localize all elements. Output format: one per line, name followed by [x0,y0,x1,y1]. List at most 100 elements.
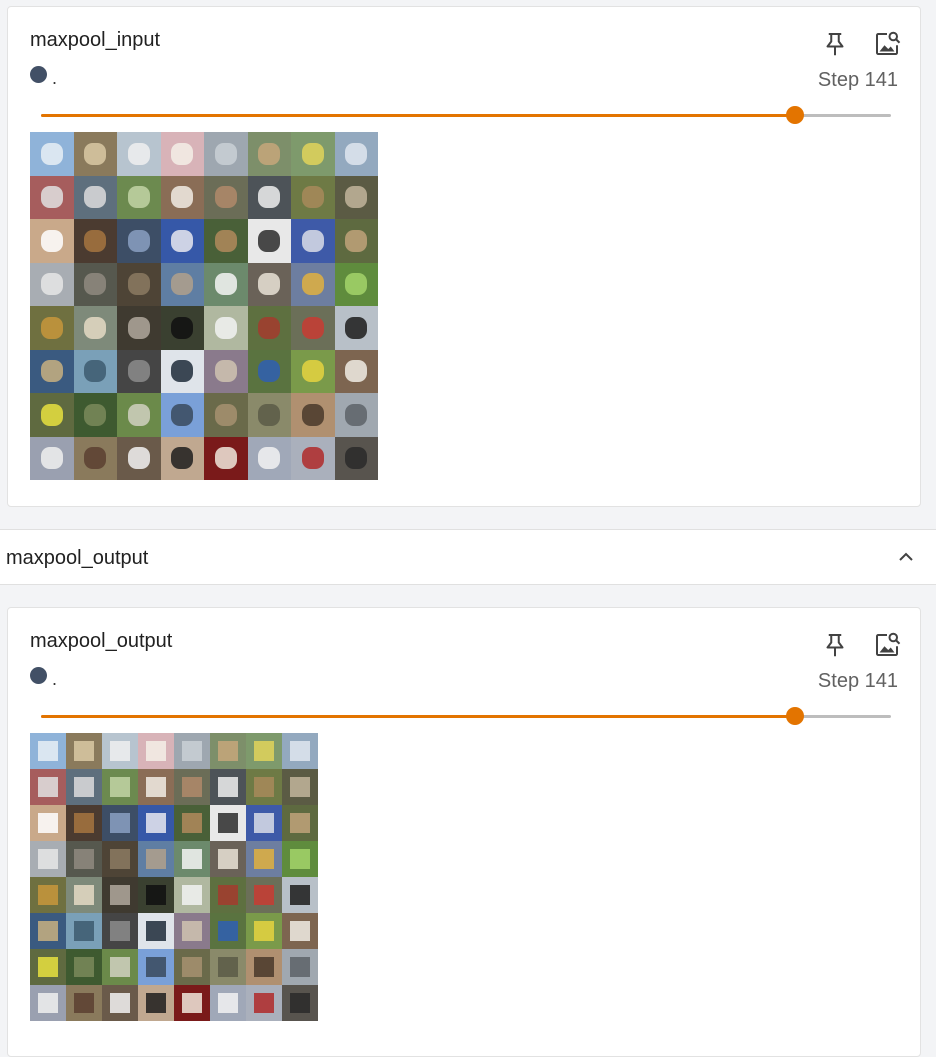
image-tile [30,769,66,805]
image-tile-subject [171,316,194,339]
image-tile-subject [217,848,239,870]
run-name: . [52,68,58,88]
image-tile-subject [181,992,203,1014]
image-tile [246,877,282,913]
slider-thumb[interactable] [785,707,804,725]
step-slider[interactable] [41,706,891,726]
image-tile-subject [289,884,311,906]
image-tile-subject [40,447,63,470]
image-tile [30,393,74,437]
image-tile-subject [289,848,311,870]
image-tile [138,913,174,949]
step-label: Step 141 [817,670,898,692]
image-tile-subject [214,403,237,426]
image-tile-subject [181,956,203,978]
image-tile-subject [253,956,275,978]
image-tile-subject [301,316,324,339]
image-tile [282,985,318,1021]
image-tile [247,393,291,437]
image-tile-subject [171,186,194,209]
image-tile-subject [84,316,107,339]
image-tile [138,985,174,1021]
image-tile-subject [40,186,63,209]
image-tile [30,436,74,480]
image-tile [73,219,117,263]
image-tile [291,132,335,176]
image-search-icon[interactable] [872,29,902,59]
pin-icon[interactable] [820,630,850,660]
image-tile-subject [345,229,368,252]
image-tile [204,175,248,219]
image-tile [174,949,210,985]
image-tile [30,949,66,985]
image-tile-subject [253,992,275,1014]
image-tile-subject [258,403,281,426]
image-tile-subject [181,776,203,798]
run-name: . [52,669,58,689]
image-tile-subject [37,992,59,1014]
image-tile [247,262,291,306]
image-tile-subject [345,273,368,296]
image-tile [117,393,161,437]
image-search-icon[interactable] [872,630,902,660]
image-tile [30,913,66,949]
image-tile [138,841,174,877]
image-tile [210,769,246,805]
image-tile-subject [171,447,194,470]
image-tile-subject [289,740,311,762]
image-tile-subject [289,920,311,942]
image-card-maxpool-output: maxpool_output . Step 141 [7,607,921,1057]
image-tile-subject [109,884,131,906]
image-tile [246,805,282,841]
image-tile [210,913,246,949]
image-tile [138,877,174,913]
image-tile-subject [127,447,150,470]
image-tile [30,349,74,393]
image-tile [73,132,117,176]
image-tile [160,219,204,263]
image-tile-subject [109,812,131,834]
pin-icon[interactable] [820,29,850,59]
image-tile-subject [109,956,131,978]
section-header-maxpool-output[interactable]: maxpool_output [0,529,936,585]
image-tile-subject [181,920,203,942]
image-tile-subject [127,273,150,296]
image-tile [66,805,102,841]
image-tile [102,805,138,841]
image-tile-subject [171,142,194,165]
image-tile-subject [84,403,107,426]
image-tile-subject [214,360,237,383]
image-tile-subject [73,812,95,834]
image-tile-subject [145,956,167,978]
image-tile [73,393,117,437]
image-tile [66,949,102,985]
step-slider[interactable] [41,105,891,125]
image-sample-grid [30,733,318,1021]
image-tile-subject [127,229,150,252]
image-tile [102,949,138,985]
image-tile [66,841,102,877]
image-tile [204,436,248,480]
image-tile-subject [171,229,194,252]
chevron-up-icon[interactable] [894,545,918,569]
image-tile [117,262,161,306]
image-tile-subject [109,776,131,798]
image-tile-subject [253,848,275,870]
image-tile-subject [84,447,107,470]
run-color-dot [30,667,47,684]
image-tile [73,349,117,393]
image-tile-subject [73,740,95,762]
image-tile-subject [289,956,311,978]
image-tile [204,219,248,263]
image-tile-subject [73,884,95,906]
image-tile [160,349,204,393]
image-tile [334,175,378,219]
image-tile-subject [37,740,59,762]
image-tile [30,306,74,350]
image-tile [66,985,102,1021]
card-title: maxpool_input [30,29,161,51]
image-tile-subject [345,403,368,426]
image-tile-subject [109,992,131,1014]
image-tile [138,805,174,841]
slider-thumb[interactable] [785,106,804,124]
